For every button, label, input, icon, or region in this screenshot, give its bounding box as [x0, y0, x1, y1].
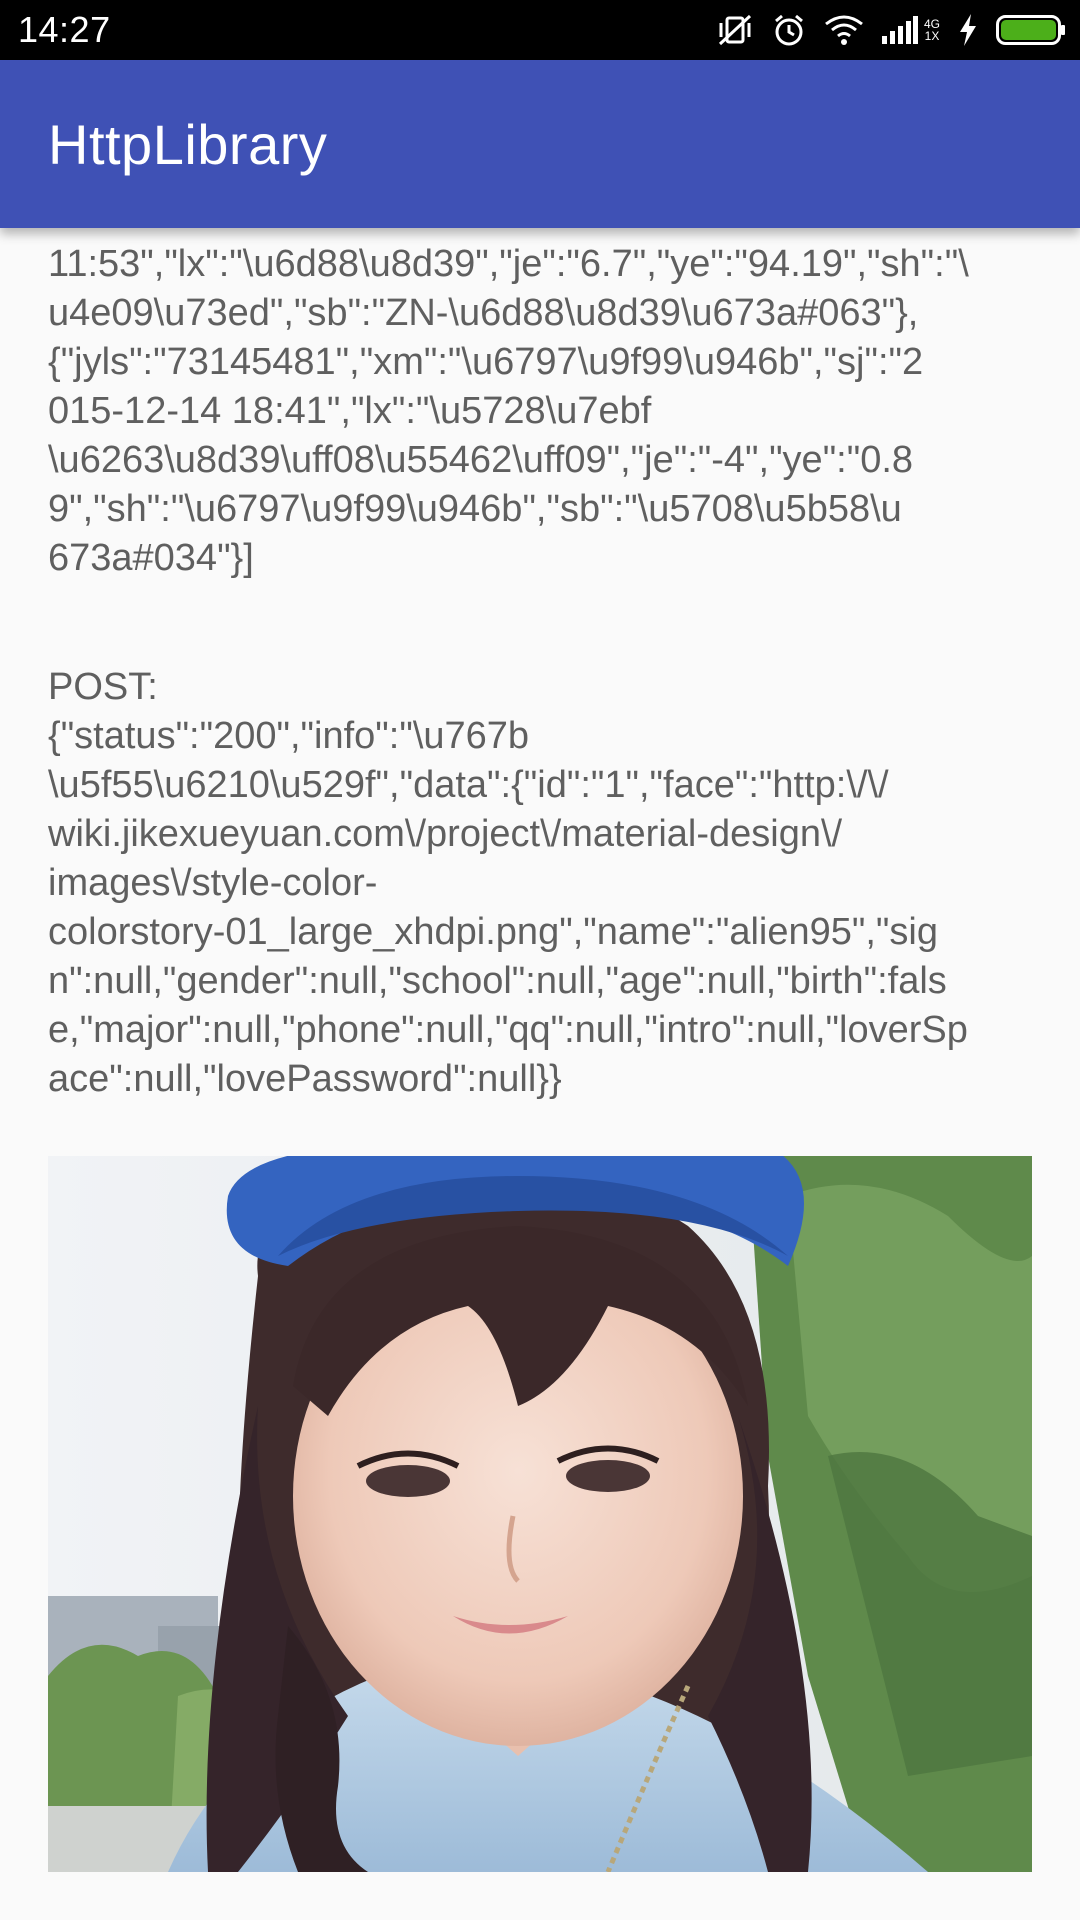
status-icons: 4G 1X	[716, 10, 1066, 50]
status-bar: 14:27 4G 1X	[0, 0, 1080, 60]
wifi-icon	[825, 15, 863, 45]
charging-icon	[960, 14, 976, 46]
profile-photo	[48, 1156, 1032, 1872]
battery-icon	[996, 15, 1065, 45]
signal-icon	[881, 16, 918, 44]
network-type: 4G 1X	[924, 18, 940, 42]
post-response-text: POST: {"status":"200","info":"\u767b \u5…	[48, 666, 968, 1100]
get-response-text: 11:53","lx":"\u6d88\u8d39","je":"6.7","y…	[48, 243, 969, 579]
alarm-icon	[775, 14, 803, 46]
status-time: 14:27	[18, 9, 111, 50]
app-bar: HttpLibrary	[0, 60, 1080, 228]
content-scroll-area[interactable]: 11:53","lx":"\u6d88\u8d39","je":"6.7","y…	[0, 228, 1080, 1920]
app-title: HttpLibrary	[48, 113, 328, 176]
vibrate-icon	[718, 14, 752, 46]
network-label-1x: 1X	[924, 29, 940, 43]
